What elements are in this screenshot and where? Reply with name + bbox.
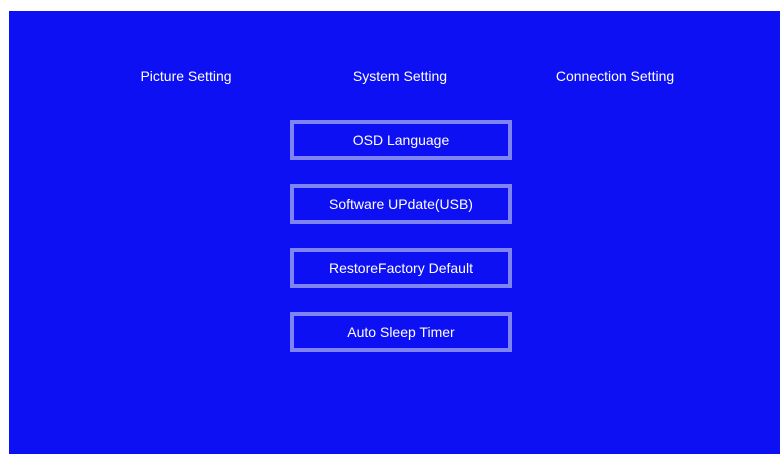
tab-connection-setting[interactable]: Connection Setting bbox=[556, 66, 674, 86]
tab-picture-setting[interactable]: Picture Setting bbox=[140, 66, 231, 86]
tab-system-setting[interactable]: System Setting bbox=[353, 66, 447, 86]
system-setting-menu: OSD Language Software UPdate(USB) Restor… bbox=[290, 120, 512, 352]
menu-item-auto-sleep-timer[interactable]: Auto Sleep Timer bbox=[290, 312, 512, 352]
settings-screen: Picture Setting System Setting Connectio… bbox=[9, 11, 780, 454]
menu-item-label: Auto Sleep Timer bbox=[347, 324, 455, 340]
menu-item-label: OSD Language bbox=[352, 132, 450, 148]
settings-tab-bar: Picture Setting System Setting Connectio… bbox=[9, 66, 780, 86]
menu-item-label: Software UPdate(USB) bbox=[329, 196, 473, 212]
menu-item-restore-factory-default[interactable]: RestoreFactory Default bbox=[290, 248, 512, 288]
menu-item-software-update[interactable]: Software UPdate(USB) bbox=[290, 184, 512, 224]
menu-item-osd-language[interactable]: OSD Language bbox=[290, 120, 512, 160]
menu-item-label: RestoreFactory Default bbox=[329, 260, 473, 276]
